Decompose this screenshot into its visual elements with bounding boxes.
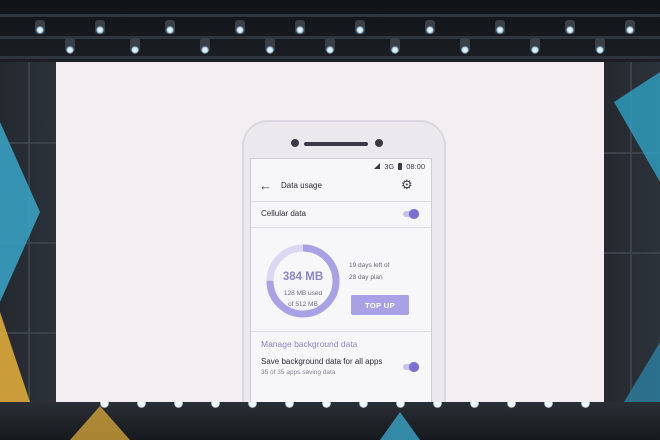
phone-sensor-icon (375, 139, 383, 147)
stage-light (36, 26, 44, 34)
stage-light (266, 46, 274, 54)
floor-decor-shape (380, 412, 420, 440)
status-bar: 3G 08:00 (251, 159, 431, 173)
stage-light (326, 46, 334, 54)
stage-light (391, 46, 399, 54)
stage-light (626, 26, 634, 34)
plan-total: of 512 MB (288, 301, 318, 308)
truss-bar (0, 14, 660, 17)
stage-light (596, 46, 604, 54)
page-title: Data usage (281, 181, 322, 190)
stage-light (131, 46, 139, 54)
stage-light (531, 46, 539, 54)
app-bar: ← Data usage ⚙ (251, 175, 431, 199)
signal-icon (374, 163, 381, 169)
stage-light (566, 26, 574, 34)
stage-light (461, 46, 469, 54)
top-up-button[interactable]: TOP UP (351, 295, 409, 315)
projection-screen: 3G 08:00 ← Data usage ⚙ Cellular data 38… (56, 62, 604, 402)
manage-background-data-heading: Manage background data (261, 339, 358, 349)
phone-speaker (304, 142, 368, 146)
stage-light (426, 26, 434, 34)
phone-mockup: 3G 08:00 ← Data usage ⚙ Cellular data 38… (242, 120, 446, 402)
stage-light (201, 46, 209, 54)
stage-light (236, 26, 244, 34)
phone-screen: 3G 08:00 ← Data usage ⚙ Cellular data 38… (250, 158, 432, 402)
save-background-data-label: Save background data for all apps (261, 357, 383, 366)
cellular-data-toggle[interactable] (403, 209, 419, 219)
save-background-data-subtext: 35 of 35 apps saving data (261, 369, 336, 376)
stage-light (296, 26, 304, 34)
stage-light (96, 26, 104, 34)
toggle-thumb (409, 209, 419, 219)
stage-light (66, 46, 74, 54)
phone-camera-icon (291, 139, 299, 147)
back-arrow-icon[interactable]: ← (259, 177, 272, 195)
cellular-data-label: Cellular data (261, 209, 306, 218)
used-amount: 128 MB used (283, 290, 323, 297)
divider (251, 331, 431, 332)
gear-icon[interactable]: ⚙ (401, 176, 413, 194)
stage-wall-left (0, 62, 56, 440)
stage-floor (0, 402, 660, 440)
toggle-thumb (409, 362, 419, 372)
stage-light (496, 26, 504, 34)
days-left-line1: 19 days left of (349, 262, 390, 269)
stage-wall-right (604, 62, 660, 440)
divider (251, 227, 431, 228)
stage-light (166, 26, 174, 34)
divider (251, 201, 431, 202)
days-left-line2: 28 day plan (349, 274, 383, 281)
network-type: 3G (384, 161, 395, 171)
save-background-data-toggle[interactable] (403, 362, 419, 372)
stage-light (356, 26, 364, 34)
io-decor-shapes (0, 122, 40, 402)
battery-icon (398, 162, 403, 170)
status-time: 08:00 (406, 161, 425, 171)
truss-bar (0, 56, 660, 59)
floor-decor-shape (70, 406, 130, 440)
remaining-amount: 384 MB (282, 271, 324, 283)
io-decor-shapes (614, 72, 660, 402)
